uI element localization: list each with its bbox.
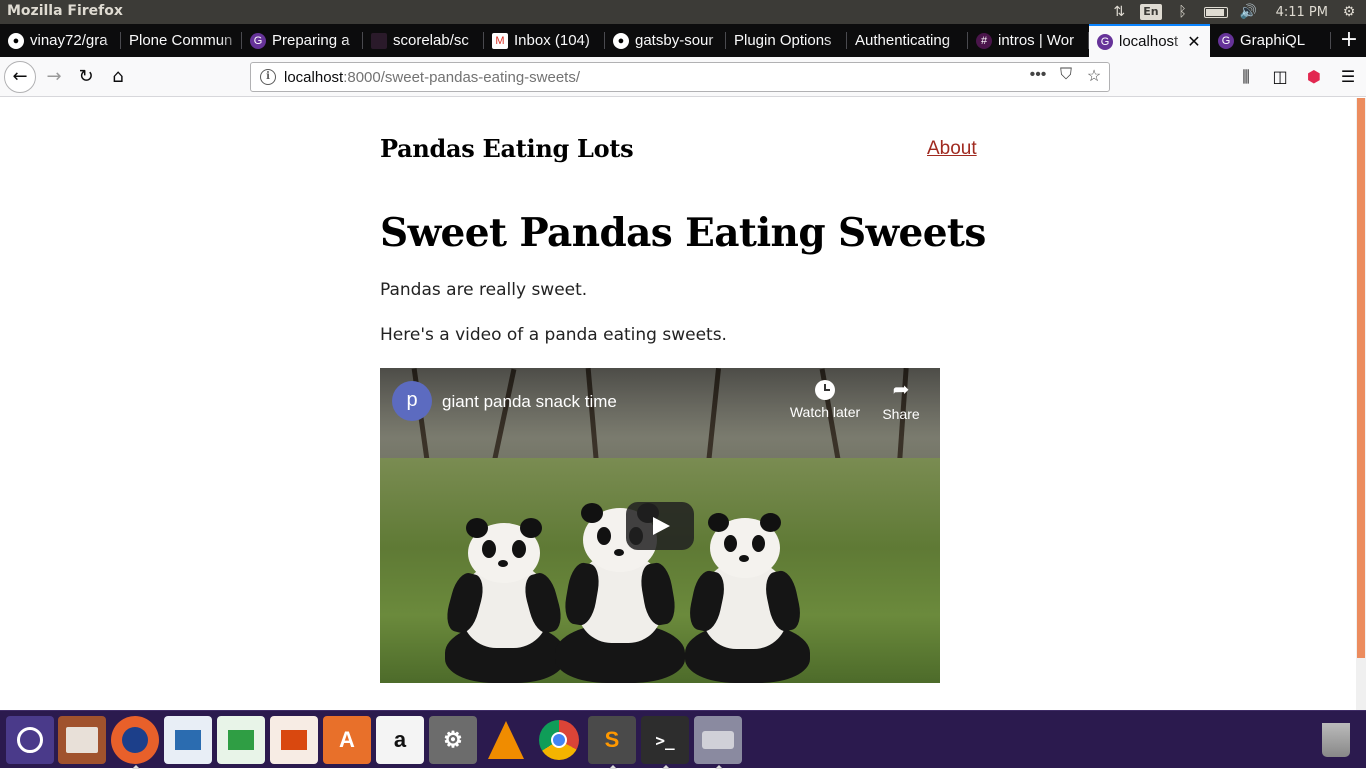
share-button[interactable]: ➦ Share: [876, 380, 926, 422]
tab-label: Plone Commun: [129, 32, 233, 49]
pocket-icon[interactable]: ⛉: [1057, 66, 1075, 86]
sidebar-icon[interactable]: ◫: [1266, 61, 1294, 93]
battery-icon[interactable]: [1203, 6, 1228, 18]
share-arrow-icon: ➦: [892, 379, 910, 401]
url-host: localhost: [284, 69, 344, 86]
scorelab-icon: [371, 32, 387, 49]
trash-icon[interactable]: [1312, 716, 1360, 764]
os-top-bar: Mozilla Firefox ⇅ En ᛒ 🔊 4:11 PM ⚙: [0, 0, 1366, 24]
tab-vinay72-github[interactable]: ● vinay72/gra: [0, 24, 121, 57]
menu-hamburger-icon[interactable]: ☰: [1334, 61, 1362, 93]
url-path: :8000/sweet-pandas-eating-sweets/: [343, 69, 581, 86]
ubuntu-launcher-icon[interactable]: [6, 716, 54, 764]
paragraph: Pandas are really sweet.: [380, 280, 588, 300]
gmail-icon: M: [492, 32, 508, 49]
tab-localhost[interactable]: G localhost ✕: [1089, 24, 1210, 57]
keyboard-language-indicator[interactable]: En: [1140, 4, 1162, 20]
tab-preparing[interactable]: G Preparing a: [242, 24, 363, 57]
video-embed[interactable]: p giant panda snack time Watch later ➦ S…: [380, 368, 940, 683]
gatsby-icon: G: [1218, 32, 1234, 49]
video-title[interactable]: giant panda snack time: [442, 392, 617, 412]
github-icon: ●: [613, 32, 629, 49]
chrome-icon[interactable]: [535, 716, 583, 764]
calc-icon[interactable]: [217, 716, 265, 764]
library-icon[interactable]: ⫼: [1232, 61, 1260, 93]
scrollbar-thumb[interactable]: [1357, 98, 1365, 658]
tab-label: GraphiQL: [1240, 32, 1306, 49]
amazon-icon[interactable]: a: [376, 716, 424, 764]
firefox-icon[interactable]: [111, 716, 159, 769]
github-icon: ●: [8, 32, 24, 49]
share-label: Share: [882, 406, 920, 422]
tab-label: Preparing a: [272, 32, 350, 49]
play-button-icon[interactable]: [626, 502, 694, 550]
url-bar[interactable]: i localhost:8000/sweet-pandas-eating-swe…: [250, 62, 1110, 92]
tab-authenticating[interactable]: Authenticating: [847, 24, 968, 57]
page-scrollbar[interactable]: [1356, 98, 1366, 710]
tab-plone-community[interactable]: Plone Commun: [121, 24, 242, 57]
watch-later-label: Watch later: [789, 404, 861, 420]
tab-scorelab[interactable]: scorelab/sc: [363, 24, 484, 57]
bluetooth-icon[interactable]: ᛒ: [1174, 3, 1192, 21]
system-tray: ⇅ En ᛒ 🔊 4:11 PM ⚙: [1110, 2, 1358, 22]
window-title: Mozilla Firefox: [7, 3, 123, 19]
tab-label: Plugin Options: [734, 32, 832, 49]
tab-graphiql[interactable]: G GraphiQL: [1210, 24, 1331, 57]
home-icon[interactable]: ⌂: [102, 61, 134, 93]
panda-figure: [440, 518, 570, 683]
tab-inbox[interactable]: M Inbox (104): [484, 24, 605, 57]
paragraph: Here's a video of a panda eating sweets.: [380, 325, 727, 345]
forward-arrow-icon[interactable]: →: [38, 61, 70, 93]
close-tab-icon[interactable]: ✕: [1186, 32, 1202, 52]
page-actions-icon[interactable]: •••: [1029, 66, 1047, 86]
site-info-icon[interactable]: i: [260, 69, 276, 85]
gatsby-icon: G: [250, 32, 266, 49]
tab-plugin-options[interactable]: Plugin Options: [726, 24, 847, 57]
ubuntu-dock: A a ⚙ S >_: [0, 710, 1366, 769]
writer-icon[interactable]: [164, 716, 212, 764]
volume-icon[interactable]: 🔊: [1240, 3, 1258, 21]
watch-later-button[interactable]: Watch later: [784, 380, 866, 420]
tab-label: scorelab/sc: [393, 32, 469, 49]
bookmark-star-icon[interactable]: ☆: [1085, 66, 1103, 86]
tab-intros-slack[interactable]: # intros | Wor: [968, 24, 1089, 57]
panda-figure: [680, 513, 810, 683]
url-text[interactable]: localhost:8000/sweet-pandas-eating-sweet…: [284, 69, 580, 86]
tab-label: vinay72/gra: [30, 32, 108, 49]
tab-label: localhost: [1119, 33, 1179, 50]
site-title[interactable]: Pandas Eating Lots: [380, 134, 634, 163]
vlc-icon[interactable]: [482, 716, 530, 764]
files-icon[interactable]: [58, 716, 106, 764]
clock[interactable]: 4:11 PM: [1276, 5, 1328, 20]
slack-icon: #: [976, 32, 992, 49]
adblock-shield-icon[interactable]: ⬢: [1300, 61, 1328, 93]
software-center-icon[interactable]: A: [323, 716, 371, 764]
tab-label: gatsby-sour: [635, 32, 714, 49]
web-page: Pandas Eating Lots About Sweet Pandas Ea…: [0, 98, 1356, 710]
tab-gatsby-source[interactable]: ● gatsby-sour: [605, 24, 726, 57]
new-tab-icon[interactable]: +: [1332, 24, 1366, 57]
drive-icon[interactable]: [694, 716, 742, 769]
about-link[interactable]: About: [927, 138, 977, 160]
terminal-icon[interactable]: >_: [641, 716, 689, 769]
navigation-toolbar: ← → ↻ ⌂ i localhost:8000/sweet-pandas-ea…: [0, 57, 1366, 97]
channel-avatar[interactable]: p: [392, 381, 432, 421]
post-title: Sweet Pandas Eating Sweets: [380, 210, 986, 256]
sublime-text-icon[interactable]: S: [588, 716, 636, 769]
reload-icon[interactable]: ↻: [70, 61, 102, 93]
impress-icon[interactable]: [270, 716, 318, 764]
gatsby-icon: G: [1097, 33, 1113, 50]
tab-label: Inbox (104): [514, 32, 590, 49]
system-settings-icon[interactable]: ⚙: [429, 716, 477, 764]
network-icon[interactable]: ⇅: [1110, 3, 1128, 21]
tab-label: Authenticating: [855, 32, 951, 49]
tab-strip: ● vinay72/gra Plone Commun G Preparing a…: [0, 24, 1366, 57]
clock-icon: [815, 380, 835, 400]
power-gear-icon[interactable]: ⚙: [1340, 3, 1358, 21]
back-arrow-icon[interactable]: ←: [4, 61, 36, 93]
tab-label: intros | Wor: [998, 32, 1075, 49]
